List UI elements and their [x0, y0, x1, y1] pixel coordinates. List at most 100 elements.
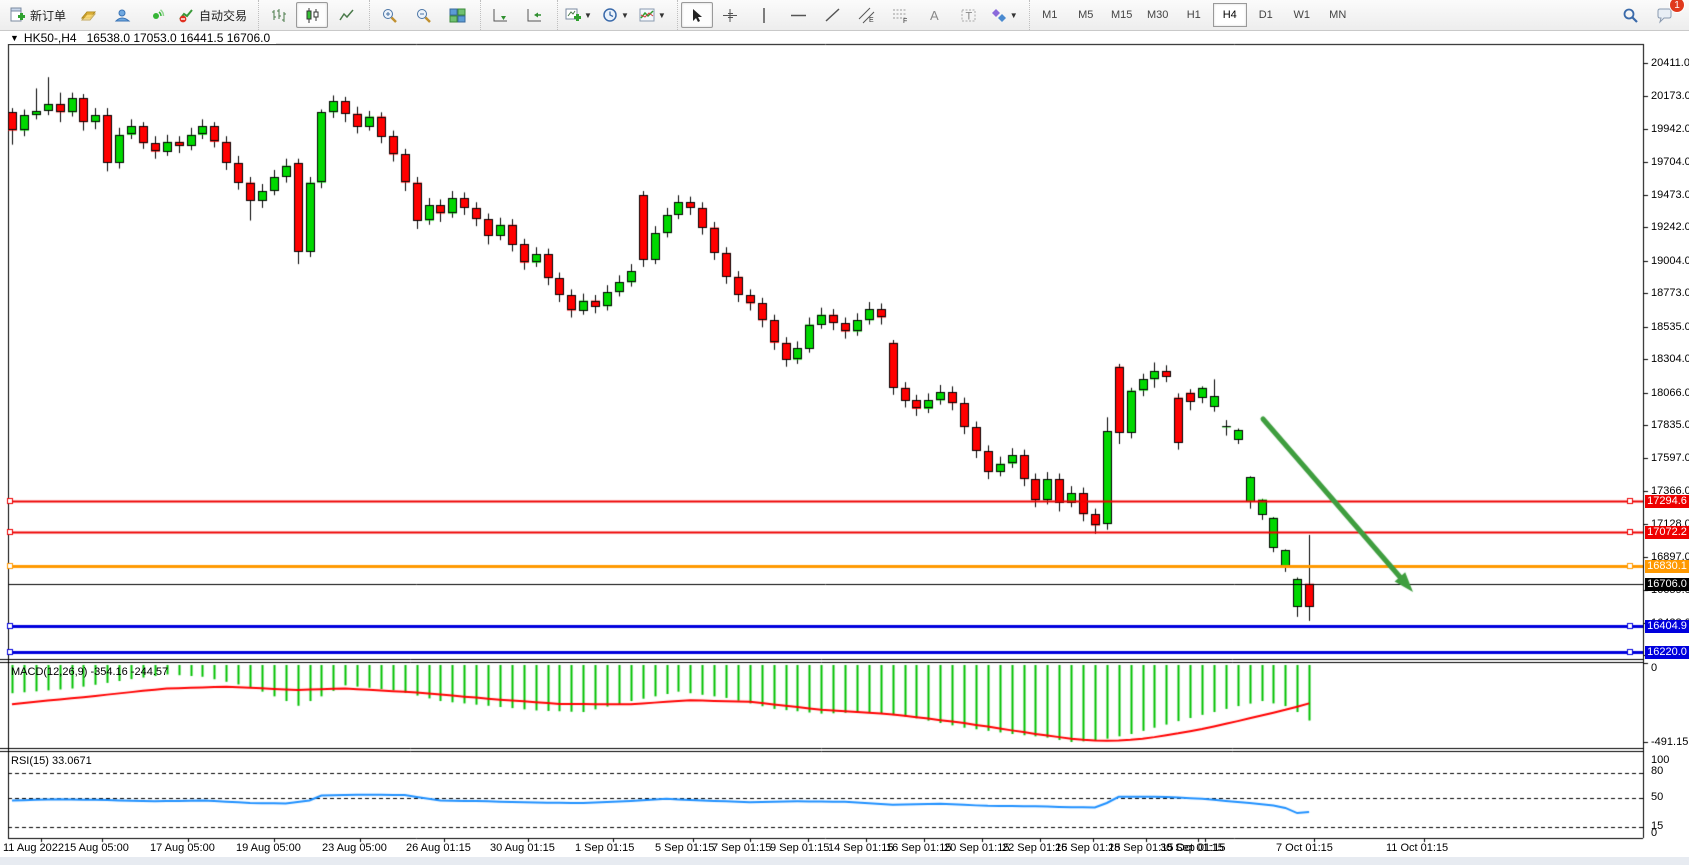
time-axis-label: 14 Sep 01:15 [828, 842, 893, 854]
time-axis-label: 5 Oct 01:15 [1167, 842, 1224, 854]
time-axis-label: 16 Sep 01:15 [886, 842, 951, 854]
price-line-label[interactable]: 17072.2 [1645, 526, 1689, 539]
chevron-down-icon: ▼ [658, 11, 666, 20]
indicators-button[interactable]: ▼ [635, 2, 670, 28]
chart-title-ohlc: 16538.0 17053.0 16441.5 16706.0 [87, 31, 271, 45]
fibonacci-button[interactable]: F [885, 2, 917, 28]
price-axis-tick: 20173.0 [1651, 90, 1689, 102]
time-axis-label: 5 Sep 01:15 [655, 842, 714, 854]
mql5-community-button[interactable] [106, 2, 138, 28]
mt4-window: 新订单 [0, 0, 1689, 865]
cursor-icon [688, 7, 705, 24]
candlestick-chart-icon [304, 7, 321, 24]
auto-scroll-icon [492, 7, 509, 24]
time-axis-label: 23 Aug 05:00 [322, 842, 387, 854]
timeframe-button-M5[interactable]: M5 [1069, 3, 1103, 27]
horizontal-line-button[interactable] [783, 2, 815, 28]
equidistant-channel-button[interactable]: E [851, 2, 883, 28]
new-order-button[interactable]: 新订单 [5, 2, 70, 28]
timeframe-button-M15[interactable]: M15 [1105, 3, 1139, 27]
chevron-down-icon: ▼ [584, 11, 592, 20]
trendline-button[interactable] [817, 2, 849, 28]
zoom-group [369, 0, 478, 30]
price-axis-tick: 20411.0 [1651, 57, 1689, 69]
notification-badge: 1 [1669, 0, 1685, 13]
text-button[interactable]: A [919, 2, 951, 28]
timeframe-button-H1[interactable]: H1 [1177, 3, 1211, 27]
chart-title-bar[interactable]: ▼ HK50-,H4 16538.0 17053.0 16441.5 16706… [8, 32, 276, 44]
time-axis-label: 11 Aug 2022 [3, 842, 64, 854]
bar-chart-icon [270, 7, 287, 24]
price-axis-tick: 19242.0 [1651, 221, 1689, 233]
text-label-button[interactable]: T [953, 2, 985, 28]
zoom-in-button[interactable] [373, 2, 405, 28]
clock-icon [602, 7, 619, 24]
text-icon: A [926, 7, 943, 24]
price-axis-tick: 19004.0 [1651, 255, 1689, 267]
chart-canvas[interactable] [0, 0, 1689, 865]
timeframe-button-M30[interactable]: M30 [1141, 3, 1175, 27]
periods-button[interactable]: ▼ [598, 2, 633, 28]
time-axis-label: 17 Aug 05:00 [150, 842, 215, 854]
tile-windows-button[interactable] [441, 2, 473, 28]
arrow-objects-icon [991, 7, 1008, 24]
chart-type-group [258, 0, 367, 30]
zoom-out-button[interactable] [407, 2, 439, 28]
signals-button[interactable] [140, 2, 172, 28]
timeframe-button-D1[interactable]: D1 [1249, 3, 1283, 27]
price-line-label[interactable]: 16706.0 [1645, 578, 1689, 591]
new-order-icon [9, 7, 26, 24]
search-button[interactable] [1614, 2, 1646, 28]
time-axis-label: 19 Aug 05:00 [236, 842, 301, 854]
auto-scroll-button[interactable] [484, 2, 516, 28]
vertical-line-icon [756, 7, 773, 24]
toolbar-right: 1 [1613, 2, 1689, 28]
chart-title-caret-icon: ▼ [10, 33, 19, 43]
autotrading-label: 自动交易 [199, 7, 247, 24]
autotrading-button[interactable]: 自动交易 [174, 2, 251, 28]
svg-text:E: E [869, 17, 874, 24]
rsi-axis-tick: 0 [1651, 827, 1657, 839]
cursor-button[interactable] [681, 2, 713, 28]
equidistant-channel-icon: E [858, 7, 875, 24]
price-line-label[interactable]: 16220.0 [1645, 646, 1689, 659]
line-chart-button[interactable] [330, 2, 362, 28]
price-line-label[interactable]: 16404.9 [1645, 620, 1689, 633]
new-chart-icon [565, 7, 582, 24]
new-chart-button[interactable]: ▼ [561, 2, 596, 28]
time-axis-label: 15 Aug 05:00 [64, 842, 129, 854]
chevron-down-icon: ▼ [621, 11, 629, 20]
price-line-label[interactable]: 17294.6 [1645, 495, 1689, 508]
vertical-line-button[interactable] [749, 2, 781, 28]
indicators-icon [639, 7, 656, 24]
time-axis-label: 30 Aug 01:15 [490, 842, 555, 854]
rsi-label: RSI(15) 33.0671 [11, 755, 92, 767]
timeframe-button-MN[interactable]: MN [1321, 3, 1355, 27]
timeframe-button-H4[interactable]: H4 [1213, 3, 1247, 27]
candlestick-chart-button[interactable] [296, 2, 328, 28]
bar-chart-button[interactable] [262, 2, 294, 28]
chart-shift-button[interactable] [518, 2, 550, 28]
notifications-button[interactable]: 1 [1648, 2, 1680, 28]
crosshair-icon [722, 7, 739, 24]
drawing-tools-group: E F A T [677, 0, 1027, 30]
crosshair-button[interactable] [715, 2, 747, 28]
time-axis-label: 9 Sep 01:15 [770, 842, 829, 854]
price-line-label[interactable]: 16830.1 [1645, 560, 1689, 573]
window-bottom-edge [0, 857, 1689, 865]
price-axis-tick: 19473.0 [1651, 189, 1689, 201]
price-axis-tick: 19704.0 [1651, 156, 1689, 168]
svg-text:F: F [903, 18, 907, 24]
metaquotes-button[interactable] [72, 2, 104, 28]
svg-text:T: T [966, 10, 973, 22]
timeframe-button-M1[interactable]: M1 [1033, 3, 1067, 27]
time-axis-label: 1 Sep 01:15 [575, 842, 634, 854]
tile-windows-icon [449, 7, 466, 24]
price-axis-tick: 18066.0 [1651, 387, 1689, 399]
time-axis-label: 7 Sep 01:15 [712, 842, 771, 854]
timeframe-button-W1[interactable]: W1 [1285, 3, 1319, 27]
arrows-button[interactable]: ▼ [987, 2, 1022, 28]
macd-axis-tick: -491.15 [1651, 736, 1688, 748]
horizontal-line-icon [790, 7, 807, 24]
macd-label: MACD(12,26,9) -354.16 -244.57 [11, 666, 168, 678]
